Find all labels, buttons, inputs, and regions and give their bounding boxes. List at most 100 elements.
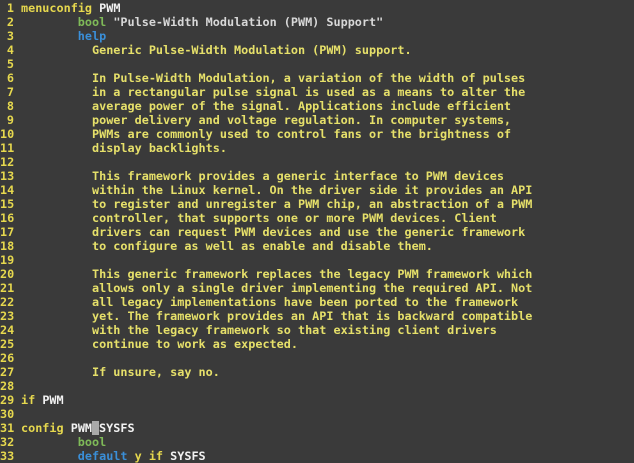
code-token: average power of the signal. Application… — [92, 99, 512, 113]
code-line[interactable]: 9 power delivery and voltage regulation. … — [0, 113, 634, 127]
code-text: bool "Pulse-Width Modulation (PWM) Suppo… — [14, 15, 383, 29]
code-line[interactable]: 19 — [0, 253, 634, 267]
line-number: 29 — [0, 393, 15, 407]
code-text: all legacy implementations have been por… — [14, 295, 518, 309]
code-text: if PWM — [14, 393, 64, 407]
code-text: In Pulse-Width Modulation, a variation o… — [14, 71, 525, 85]
code-line[interactable]: 14 within the Linux kernel. On the driver… — [0, 183, 634, 197]
code-line[interactable]: 23 yet. The framework provides an API tha… — [0, 309, 634, 323]
code-token: allows only a single driver implementing… — [92, 281, 533, 295]
code-token: within the Linux kernel. On the driver s… — [92, 183, 533, 197]
code-token: controller, that supports one or more PW… — [92, 211, 497, 225]
code-token: yet. The framework provides an API that … — [92, 309, 533, 323]
code-line[interactable]: 12 — [0, 155, 634, 169]
code-token: PWM — [99, 1, 121, 15]
code-line[interactable]: 13 This framework provides a generic inte… — [0, 169, 634, 183]
code-line[interactable]: 17 drivers can request PWM devices and us… — [0, 225, 634, 239]
code-line[interactable]: 6 In Pulse-Width Modulation, a variation … — [0, 71, 634, 85]
code-line[interactable]: 33 default y if SYSFS — [0, 449, 634, 463]
line-number: 13 — [0, 169, 15, 183]
code-line[interactable]: 25 continue to work as expected. — [0, 337, 634, 351]
code-line[interactable]: 11 display backlights. — [0, 141, 634, 155]
line-number: 11 — [0, 141, 15, 155]
line-number: 8 — [6, 99, 14, 113]
code-token: PWM — [42, 393, 64, 407]
code-token: all legacy implementations have been por… — [92, 295, 519, 309]
code-token: config — [21, 421, 71, 435]
code-line[interactable]: 26 — [0, 351, 634, 365]
code-token: with the legacy framework so that existi… — [92, 323, 497, 337]
code-token: menuconfig — [21, 1, 100, 15]
code-line[interactable]: 21 allows only a single driver implementi… — [0, 281, 634, 295]
line-number: 24 — [0, 323, 15, 337]
code-line[interactable]: 10 PWMs are commonly used to control fans… — [0, 127, 634, 141]
code-text: PWMs are commonly used to control fans o… — [14, 127, 511, 141]
code-text: to register and unregister a PWM chip, a… — [14, 197, 532, 211]
line-number: 18 — [0, 239, 15, 253]
code-token: help — [77, 29, 107, 43]
code-line[interactable]: 27 If unsure, say no. — [0, 365, 634, 379]
code-line[interactable]: 16 controller, that supports one or more … — [0, 211, 634, 225]
line-number: 25 — [0, 337, 15, 351]
code-token: power delivery and voltage regulation. I… — [92, 113, 512, 127]
code-line[interactable]: 1 menuconfig PWM — [0, 1, 634, 15]
line-number: 33 — [0, 449, 15, 463]
code-line[interactable]: 24 with the legacy framework so that exis… — [0, 323, 634, 337]
code-line[interactable]: 15 to register and unregister a PWM chip,… — [0, 197, 634, 211]
code-text: to configure as well as enable and disab… — [14, 239, 433, 253]
line-number: 17 — [0, 225, 15, 239]
line-number: 19 — [0, 253, 15, 267]
line-number: 5 — [6, 57, 14, 71]
code-line[interactable]: 28 — [0, 379, 634, 393]
code-line[interactable]: 22 all legacy implementations have been p… — [0, 295, 634, 309]
code-line[interactable]: 2 bool "Pulse-Width Modulation (PWM) Supp… — [0, 15, 634, 29]
line-number: 28 — [0, 379, 15, 393]
code-line[interactable]: 30 — [0, 407, 634, 421]
code-text: power delivery and voltage regulation. I… — [14, 113, 511, 127]
code-text: allows only a single driver implementing… — [14, 281, 532, 295]
code-text: If unsure, say no. — [14, 365, 220, 379]
code-token: PWMs are commonly used to control fans o… — [92, 127, 512, 141]
code-line[interactable]: 18 to configure as well as enable and dis… — [0, 239, 634, 253]
line-number: 7 — [6, 85, 14, 99]
code-text: with the legacy framework so that existi… — [14, 323, 497, 337]
code-token: to register and unregister a PWM chip, a… — [92, 197, 533, 211]
code-text: yet. The framework provides an API that … — [14, 309, 532, 323]
line-number: 12 — [0, 155, 15, 169]
code-line[interactable]: 7 in a rectangular pulse signal is used a… — [0, 85, 634, 99]
code-line[interactable]: 31 config PWM SYSFS — [0, 421, 634, 435]
code-token: continue to work as expected. — [92, 337, 298, 351]
code-token: bool — [77, 15, 114, 29]
code-line[interactable]: 32 bool — [0, 435, 634, 449]
code-token: if — [21, 393, 43, 407]
line-number: 9 — [6, 113, 14, 127]
code-editor[interactable]: 1 menuconfig PWM 2 bool "Pulse-Width Modula… — [0, 0, 634, 463]
code-text: bool — [14, 435, 106, 449]
code-token: Generic Pulse-Width Modulation (PWM) sup… — [92, 43, 412, 57]
code-line[interactable]: 5 — [0, 57, 634, 71]
code-text: average power of the signal. Application… — [14, 99, 511, 113]
code-text: Generic Pulse-Width Modulation (PWM) sup… — [14, 43, 412, 57]
code-token: SYSFS — [99, 421, 135, 435]
code-text: within the Linux kernel. On the driver s… — [14, 183, 532, 197]
code-token: This generic framework replaces the lega… — [92, 267, 533, 281]
code-token: display backlights. — [92, 141, 227, 155]
line-number: 3 — [6, 29, 14, 43]
code-text: default y if SYSFS — [14, 449, 206, 463]
code-line[interactable]: 20 This generic framework replaces the le… — [0, 267, 634, 281]
code-text: config PWM SYSFS — [14, 421, 135, 435]
code-line[interactable]: 8 average power of the signal. Applicatio… — [0, 99, 634, 113]
code-token: default — [77, 449, 135, 463]
code-line[interactable]: 29 if PWM — [0, 393, 634, 407]
line-number: 23 — [0, 309, 15, 323]
code-line[interactable]: 4 Generic Pulse-Width Modulation (PWM) su… — [0, 43, 634, 57]
line-number: 27 — [0, 365, 15, 379]
code-line[interactable]: 3 help — [0, 29, 634, 43]
line-number: 22 — [0, 295, 15, 309]
code-text: controller, that supports one or more PW… — [14, 211, 497, 225]
code-token: drivers can request PWM devices and use … — [92, 225, 526, 239]
line-number: 26 — [0, 351, 15, 365]
code-token: This framework provides a generic interf… — [92, 169, 504, 183]
line-number: 6 — [6, 71, 14, 85]
line-number: 10 — [0, 127, 15, 141]
